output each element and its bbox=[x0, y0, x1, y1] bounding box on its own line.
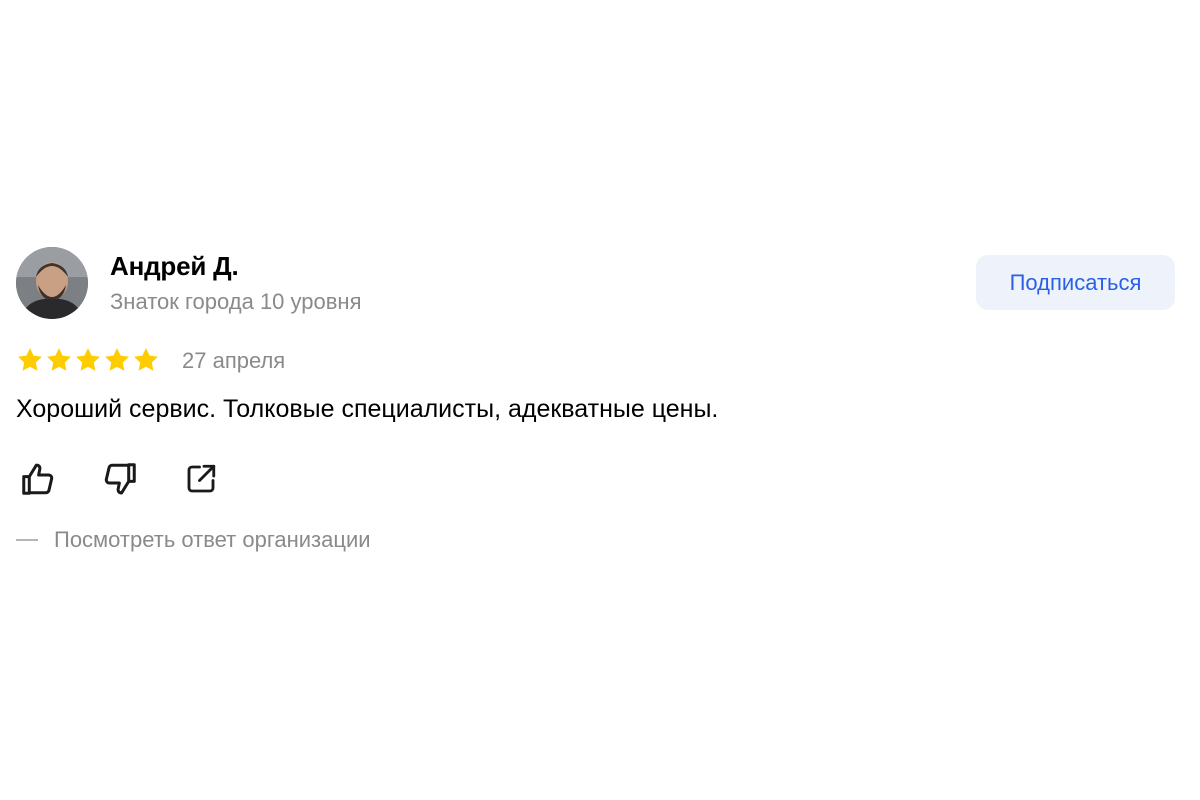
star-icon bbox=[45, 346, 73, 376]
share-button[interactable] bbox=[179, 459, 223, 503]
share-icon bbox=[183, 461, 219, 502]
review-date: 27 апреля bbox=[182, 348, 286, 373]
thumbs-down-icon bbox=[101, 460, 139, 503]
review-text: Хороший сервис. Толковые специалисты, ад… bbox=[16, 395, 719, 423]
star-icon bbox=[103, 346, 131, 376]
thumbs-up-icon bbox=[19, 460, 57, 503]
rating-stars bbox=[16, 346, 160, 376]
dislike-button[interactable] bbox=[98, 459, 142, 503]
org-response-label: Посмотреть ответ организации bbox=[54, 527, 371, 552]
like-button[interactable] bbox=[16, 459, 60, 503]
dash-divider bbox=[16, 539, 38, 541]
author-name[interactable]: Андрей Д. bbox=[110, 250, 239, 282]
author-level: Знаток города 10 уровня bbox=[110, 289, 362, 314]
subscribe-button[interactable]: Подписаться bbox=[976, 255, 1175, 310]
review-card: Андрей Д. Знаток города 10 уровня Подпис… bbox=[0, 0, 1200, 800]
avatar[interactable] bbox=[16, 247, 88, 319]
star-icon bbox=[74, 346, 102, 376]
view-org-response-link[interactable]: Посмотреть ответ организации bbox=[16, 525, 371, 555]
star-icon bbox=[132, 346, 160, 376]
star-icon bbox=[16, 346, 44, 376]
